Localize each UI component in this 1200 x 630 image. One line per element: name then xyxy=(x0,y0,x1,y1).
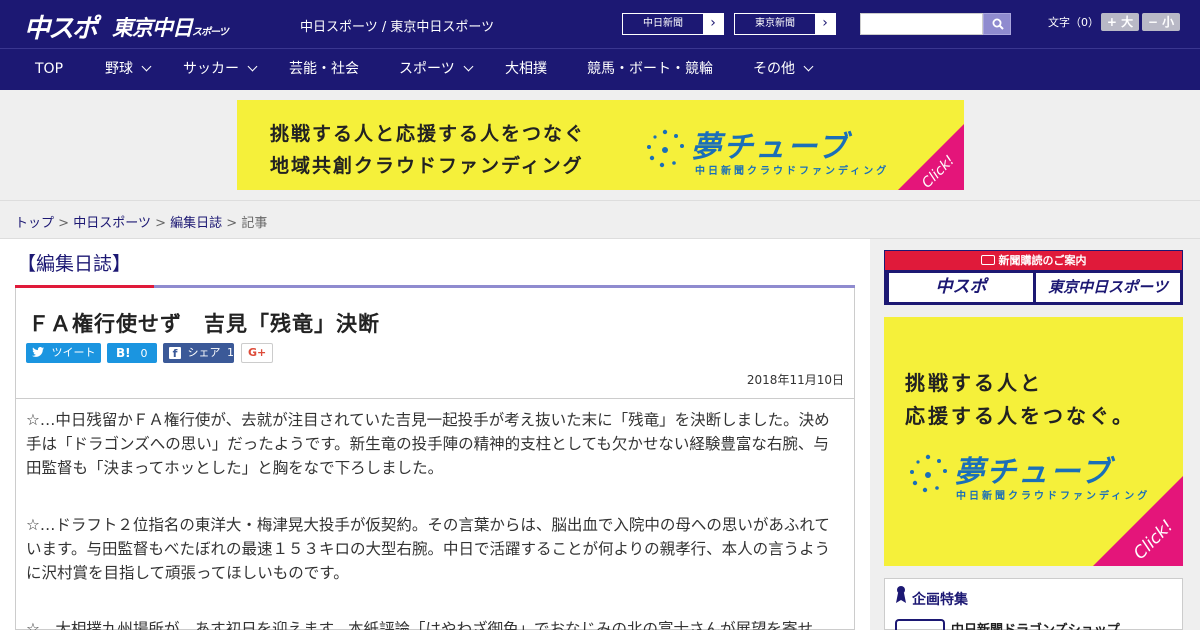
search-icon xyxy=(992,18,1004,30)
nav-item-sumo[interactable]: 大相撲 xyxy=(505,49,547,91)
font-larger-button[interactable]: + 大 xyxy=(1101,13,1139,31)
chevron-down-icon xyxy=(247,61,258,72)
yume-tube-logo: 夢チューブ 中日新聞クラウドファンディング xyxy=(643,122,889,177)
feature-box: 企画特集 中日新聞ドラゴンズショップ xyxy=(884,578,1183,630)
nav-item-top[interactable]: TOP xyxy=(35,49,63,91)
article-paragraph: ☆…ドラフト２位指名の東洋大・梅津晃大投手が仮契約。その言葉からは、脳出血で入院… xyxy=(26,516,831,582)
dots-icon xyxy=(910,454,947,493)
newspaper-icon xyxy=(980,255,995,265)
main-nav: TOP 野球 サッカー 芸能・社会 スポーツ 大相撲 競馬・ボート・競輪 その他 xyxy=(0,48,1200,90)
banner-line: 挑戦する人と応援する人をつなぐ xyxy=(270,123,586,145)
nav-label: 大相撲 xyxy=(505,61,547,77)
crowdfunding-banner[interactable]: 挑戦する人と応援する人をつなぐ 地域共創クラウドファンディング 夢チューブ 中日… xyxy=(237,100,964,190)
section-title: 【編集日誌】 xyxy=(17,253,132,275)
ribbon-icon xyxy=(896,586,906,603)
breadcrumb-separator: > xyxy=(58,216,70,231)
banner-line: 応援する人をつなぐ。 xyxy=(905,404,1135,428)
subscription-heading-label: 新聞購読のご案内 xyxy=(998,254,1087,267)
breadcrumb: トップ > 中日スポーツ > 編集日誌 > 記事 xyxy=(0,200,1200,239)
search-input[interactable] xyxy=(860,13,983,35)
tweet-label: ツイート xyxy=(51,346,96,359)
top-header: 中スポ 東京中日スポーツ 中日スポーツ / 東京中日スポーツ 中日新聞 › 東京… xyxy=(0,0,1200,48)
chevron-down-icon xyxy=(803,61,814,72)
nav-item-entertainment[interactable]: 芸能・社会 xyxy=(289,49,359,91)
subscribe-tokyo-chunichi-link[interactable]: 東京中日スポーツ xyxy=(1036,273,1180,302)
tokyo-logo-small: スポーツ xyxy=(192,27,229,38)
nav-label: 野球 xyxy=(105,61,133,77)
nav-label: スポーツ xyxy=(399,61,455,77)
nav-label: TOP xyxy=(35,61,64,77)
article-paragraph: ☆…大相撲九州場所が、あす初日を迎えます。本紙評論「はやわざ御免」でおなじみの北… xyxy=(26,620,814,630)
font-smaller-button[interactable]: − 小 xyxy=(1142,13,1180,31)
breadcrumb-link-top[interactable]: トップ xyxy=(15,216,54,231)
tokyo-logo-main: 東京中日 xyxy=(112,16,193,40)
tokyo-shimbun-link[interactable]: 東京新聞 › xyxy=(734,13,836,35)
subscription-box: 新聞購読のご案内 中スポ 東京中日スポーツ xyxy=(884,250,1183,305)
nav-label: その他 xyxy=(753,61,795,77)
feature-thumbnail[interactable] xyxy=(895,619,945,630)
brand-title: 夢チューブ xyxy=(691,130,850,165)
chuspo-logo[interactable]: 中スポ xyxy=(24,8,98,45)
brand-sub: 中日新聞クラウドファンディング xyxy=(695,166,890,177)
article-divider xyxy=(16,398,854,399)
facebook-share-count: 1 xyxy=(227,346,234,359)
nav-label: サッカー xyxy=(183,61,239,77)
banner-area: 挑戦する人と応援する人をつなぐ 地域共創クラウドファンディング 夢チューブ 中日… xyxy=(0,90,1200,200)
breadcrumb-trail: トップ > 中日スポーツ > 編集日誌 > 記事 xyxy=(15,212,267,231)
hatena-bookmark-button[interactable]: B! 0 xyxy=(107,343,157,363)
facebook-icon: f xyxy=(169,347,181,360)
sidebar-crowdfunding-banner[interactable]: 挑戦する人と 応援する人をつなぐ。 夢チューブ 中日新聞クラウドファンディング … xyxy=(884,317,1183,566)
nav-label: 芸能・社会 xyxy=(289,61,359,77)
breadcrumb-separator: > xyxy=(155,216,166,231)
breadcrumb-current: 記事 xyxy=(241,216,268,231)
feature-item-label[interactable]: 中日新聞ドラゴンズショップ xyxy=(951,619,1120,630)
chevron-right-icon: › xyxy=(703,14,723,34)
chevron-right-icon: › xyxy=(815,14,835,34)
nav-item-racing[interactable]: 競馬・ボート・競輪 xyxy=(587,49,713,91)
chevron-down-icon xyxy=(141,61,152,72)
article-date: 2018年11月10日 xyxy=(746,373,844,387)
chevron-down-icon xyxy=(463,61,474,72)
site-name: 中日スポーツ / 東京中日スポーツ xyxy=(300,20,495,35)
breadcrumb-link-chuspo[interactable]: 中日スポーツ xyxy=(73,216,151,231)
facebook-share-button[interactable]: f シェア 1 xyxy=(163,343,234,363)
banner-line: 地域共創クラウドファンディング xyxy=(270,155,584,177)
nav-item-soccer[interactable]: サッカー xyxy=(183,49,258,91)
banner-copy: 挑戦する人と応援する人をつなぐ 地域共創クラウドファンディング xyxy=(270,118,585,182)
twitter-icon xyxy=(32,347,44,357)
breadcrumb-separator: > xyxy=(226,216,238,231)
chunichi-shimbun-link[interactable]: 中日新聞 › xyxy=(622,13,724,35)
nav-item-other[interactable]: その他 xyxy=(753,49,814,91)
dots-icon xyxy=(647,129,684,168)
search-button[interactable] xyxy=(983,13,1011,35)
nav-item-sports[interactable]: スポーツ xyxy=(399,49,474,91)
paper-link-label: 中日新聞 xyxy=(643,18,683,29)
nav-label: 競馬・ボート・競輪 xyxy=(587,61,713,77)
facebook-share-label: シェア xyxy=(187,346,221,359)
nav-item-baseball[interactable]: 野球 xyxy=(105,49,152,91)
google-plus-icon: G+ xyxy=(248,346,267,359)
google-plus-button[interactable]: G+ xyxy=(241,343,273,363)
hatena-icon: B! xyxy=(116,346,131,360)
sidebar-banner-copy: 挑戦する人と 応援する人をつなぐ。 xyxy=(905,367,1135,433)
tokyo-chunichi-logo[interactable]: 東京中日スポーツ xyxy=(112,12,229,42)
article-paragraph: ☆…中日残留かＦＡ権行使が、去就が注目されていた吉見一起投手が考え抜いた末に「残… xyxy=(26,411,830,477)
tweet-button[interactable]: ツイート xyxy=(26,343,101,363)
paper-link-label: 東京新聞 xyxy=(755,18,795,29)
article-title: ＦＡ権行使せず 吉見「残竜」決断 xyxy=(28,312,380,336)
subscription-heading: 新聞購読のご案内 xyxy=(885,251,1182,270)
banner-line: 挑戦する人と xyxy=(905,371,1043,395)
feature-heading: 企画特集 xyxy=(912,592,968,608)
font-size-label: 文字（0） xyxy=(1048,16,1099,29)
subscribe-chuspo-link[interactable]: 中スポ xyxy=(889,273,1033,302)
hatena-count: 0 xyxy=(140,347,148,360)
breadcrumb-link-diary[interactable]: 編集日誌 xyxy=(170,216,222,231)
